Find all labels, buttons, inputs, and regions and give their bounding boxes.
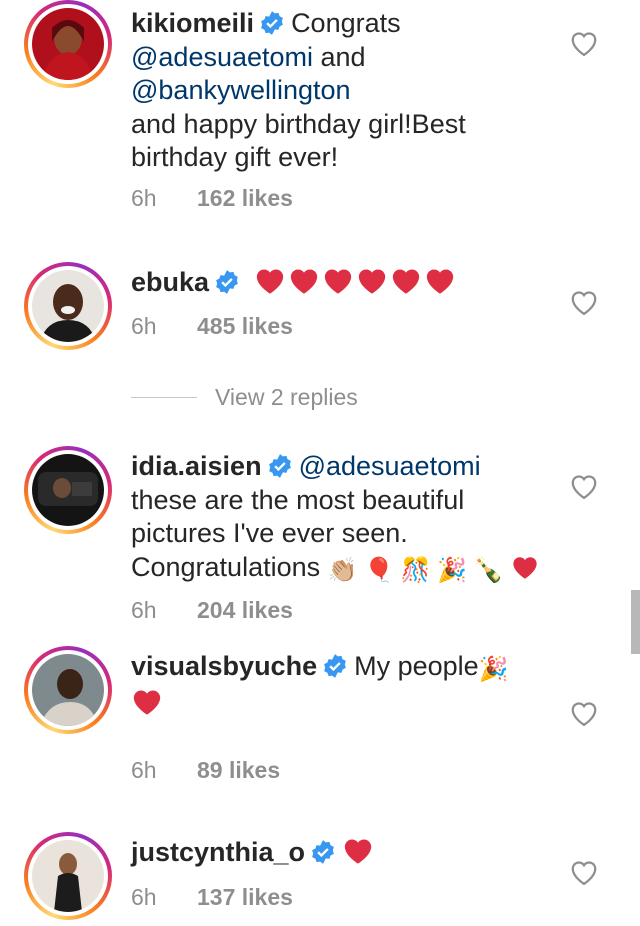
verified-badge-icon xyxy=(324,654,346,678)
red-heart-emoji xyxy=(324,269,351,294)
username[interactable]: justcynthia_o xyxy=(131,837,305,867)
mention-link[interactable]: @bankywellington xyxy=(131,75,351,105)
comment-meta: 6h 162 likes xyxy=(131,185,293,212)
verified-badge-icon xyxy=(261,11,283,35)
red-heart-emoji xyxy=(133,690,161,715)
comment-meta: 6h 485 likes xyxy=(131,313,293,340)
mention-link[interactable]: @adesuaetomi xyxy=(299,451,481,481)
likes-count[interactable]: 137 likes xyxy=(197,884,293,910)
scrollbar-thumb[interactable] xyxy=(631,590,640,654)
timestamp: 6h xyxy=(131,884,157,910)
comment-body: and xyxy=(313,41,366,72)
emoji-sequence: 👏🏼 🎈 🎊 🎉 🍾 xyxy=(327,556,504,584)
likes-count[interactable]: 485 likes xyxy=(197,313,293,339)
red-heart-emoji xyxy=(426,269,453,294)
username[interactable]: visualsbyuche xyxy=(131,651,317,681)
timestamp: 6h xyxy=(131,313,157,339)
party-popper-emoji: 🎉 xyxy=(478,656,509,683)
red-heart-emoji xyxy=(290,269,317,294)
username[interactable]: kikiomeili xyxy=(131,8,254,38)
heart-outline-icon[interactable] xyxy=(569,288,599,316)
avatar[interactable] xyxy=(24,832,112,920)
red-heart-emoji xyxy=(256,269,283,294)
verified-badge-icon xyxy=(268,454,291,478)
heart-outline-icon[interactable] xyxy=(569,858,599,886)
likes-count[interactable]: 89 likes xyxy=(197,757,280,783)
red-heart-emoji xyxy=(358,269,385,294)
comments-page: kikiomeili Congrats @adesuaetomi and @ban… xyxy=(0,0,640,926)
comment-meta: 6h 137 likes xyxy=(131,884,293,911)
mention-link[interactable]: @adesuaetomi xyxy=(131,42,313,72)
red-heart-emoji xyxy=(513,556,537,579)
view-replies-button[interactable]: View 2 replies xyxy=(131,381,358,413)
comment-meta: 6h 89 likes xyxy=(131,757,280,784)
red-heart-emoji-group xyxy=(246,267,458,297)
verified-badge-icon xyxy=(216,270,238,294)
red-heart-emoji xyxy=(344,839,372,864)
avatar[interactable] xyxy=(24,262,112,350)
comment-text: ebuka xyxy=(131,266,556,300)
timestamp: 6h xyxy=(131,185,157,211)
comment-body: and happy birthday girl!Best birthday gi… xyxy=(131,108,466,173)
timestamp: 6h xyxy=(131,597,157,623)
comment-text: justcynthia_o xyxy=(131,836,556,870)
comment-text: kikiomeili Congrats @adesuaetomi and @ban… xyxy=(131,7,556,175)
comment-meta: 6h 204 likes xyxy=(131,597,293,624)
replies-divider xyxy=(131,396,197,398)
view-replies-label: View 2 replies xyxy=(215,383,358,410)
verified-badge-icon xyxy=(312,840,334,864)
heart-outline-icon[interactable] xyxy=(569,699,599,727)
avatar[interactable] xyxy=(24,646,112,734)
username[interactable]: idia.aisien xyxy=(131,451,262,481)
heart-outline-icon[interactable] xyxy=(569,472,599,500)
red-heart-emoji xyxy=(392,269,419,294)
comment-text: visualsbyuche My people🎉 xyxy=(131,650,556,720)
comment-text: idia.aisien @adesuaetomi these are the mo… xyxy=(131,450,556,587)
comment-body: Congrats xyxy=(291,8,401,38)
timestamp: 6h xyxy=(131,757,157,783)
comment-body: My people xyxy=(354,651,479,681)
avatar[interactable] xyxy=(24,446,112,534)
avatar[interactable] xyxy=(24,0,112,88)
heart-outline-icon[interactable] xyxy=(569,29,599,57)
username[interactable]: ebuka xyxy=(131,267,209,297)
likes-count[interactable]: 162 likes xyxy=(197,185,293,211)
likes-count[interactable]: 204 likes xyxy=(197,597,293,623)
